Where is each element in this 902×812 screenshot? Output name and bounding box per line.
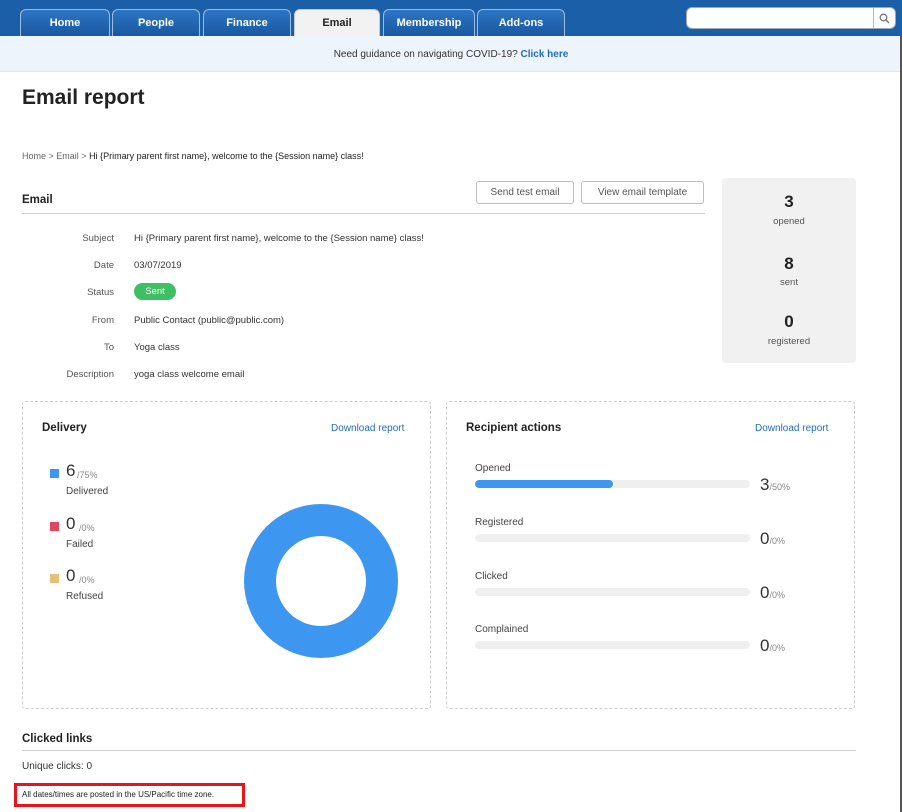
- clicked-action-pct: /0%: [769, 590, 785, 600]
- failed-label: Failed: [66, 539, 94, 550]
- registered-action-label: Registered: [475, 517, 524, 528]
- delivered-label: Delivered: [66, 486, 109, 497]
- clicked-action-label: Clicked: [475, 571, 508, 582]
- donut-delivered-segment: [244, 504, 398, 658]
- breadcrumb-current: Hi {Primary parent first name}, welcome …: [89, 151, 364, 161]
- complained-action-label: Complained: [475, 624, 529, 635]
- sent-label: sent: [780, 277, 798, 288]
- send-test-email-button[interactable]: Send test email: [476, 181, 574, 204]
- unique-clicks: Unique clicks: 0: [22, 761, 93, 772]
- failed-pct: /0%: [79, 523, 95, 533]
- opened-action-count: 3/50%: [760, 475, 790, 495]
- opened-action-label: Opened: [475, 463, 511, 474]
- refused-value: 0: [66, 566, 76, 585]
- search-input[interactable]: [686, 7, 896, 29]
- breadcrumb-home[interactable]: Home: [22, 151, 46, 161]
- subject-value: Hi {Primary parent first name}, welcome …: [134, 233, 424, 244]
- clicked-links-title: Clicked links: [22, 733, 93, 745]
- search-button[interactable]: [873, 8, 895, 28]
- registered-progress-bar: [475, 534, 750, 542]
- sent-count: 8: [784, 254, 794, 273]
- stats-box: 3 opened 8 sent 0 registered: [722, 178, 856, 363]
- recipient-actions-download-link[interactable]: Download report: [755, 423, 828, 434]
- tab-finance[interactable]: Finance: [203, 9, 291, 36]
- complained-action-pct: /0%: [769, 643, 785, 653]
- subject-label: Subject: [82, 233, 114, 244]
- covid-banner: Need guidance on navigating COVID-19? Cl…: [0, 36, 902, 72]
- description-value: yoga class welcome email: [134, 369, 245, 380]
- opened-label: opened: [773, 216, 805, 227]
- email-section-title: Email: [22, 194, 53, 206]
- description-label: Description: [66, 369, 114, 380]
- delivery-download-link[interactable]: Download report: [331, 423, 404, 434]
- page-title: Email report: [22, 86, 145, 109]
- failed-swatch: [50, 522, 59, 531]
- refused-swatch: [50, 574, 59, 583]
- banner-text: Need guidance on navigating COVID-19?: [333, 49, 518, 60]
- divider: [22, 750, 856, 751]
- timezone-note: All dates/times are posted in the US/Pac…: [14, 783, 245, 807]
- registered-action-pct: /0%: [769, 536, 785, 546]
- status-label: Status: [87, 287, 114, 298]
- divider: [22, 213, 705, 214]
- to-value: Yoga class: [134, 342, 180, 353]
- complained-action-count: 0/0%: [760, 636, 785, 656]
- opened-action-pct: /50%: [769, 482, 790, 492]
- delivery-title: Delivery: [42, 422, 87, 434]
- registered-action-count: 0/0%: [760, 529, 785, 549]
- opened-progress-fill: [475, 480, 613, 488]
- opened-progress-bar: [475, 480, 750, 488]
- registered-count: 0: [784, 312, 794, 331]
- from-value: Public Contact (public@public.com): [134, 315, 285, 326]
- delivered-pct: /75%: [77, 470, 98, 480]
- tab-addons[interactable]: Add-ons: [477, 9, 565, 36]
- delivered-value: 6: [66, 461, 76, 480]
- failed-value: 0: [66, 514, 76, 533]
- breadcrumb-separator: >: [78, 151, 90, 161]
- recipient-actions-title: Recipient actions: [466, 422, 562, 434]
- delivery-panel: Delivery Download report 6 /75% Delivere…: [22, 401, 431, 709]
- tab-home[interactable]: Home: [20, 9, 110, 36]
- delivery-donut-chart: [244, 504, 398, 658]
- top-nav: Home People Finance Email Membership Add…: [0, 0, 902, 36]
- opened-count: 3: [784, 192, 794, 211]
- delivered-swatch: [50, 469, 59, 478]
- to-label: To: [103, 342, 114, 353]
- clicked-action-count: 0/0%: [760, 583, 785, 603]
- complained-progress-bar: [475, 641, 750, 649]
- date-label: Date: [93, 260, 114, 271]
- registered-label: registered: [767, 336, 811, 347]
- tab-people[interactable]: People: [112, 9, 200, 36]
- tab-email[interactable]: Email: [294, 9, 380, 36]
- banner-link[interactable]: Click here: [520, 49, 568, 60]
- search-icon: [879, 13, 890, 23]
- breadcrumb-separator: >: [46, 151, 57, 161]
- breadcrumb-email[interactable]: Email: [56, 151, 79, 161]
- tab-membership[interactable]: Membership: [383, 9, 475, 36]
- from-label: From: [91, 315, 114, 326]
- refused-pct: /0%: [79, 575, 95, 585]
- clicked-progress-bar: [475, 588, 750, 596]
- recipient-actions-panel: Recipient actions Download report Opened…: [446, 401, 855, 709]
- breadcrumb: Home > Email > Hi {Primary parent first …: [22, 151, 364, 161]
- refused-label: Refused: [66, 591, 104, 602]
- status-badge: Sent: [134, 283, 176, 300]
- view-email-template-button[interactable]: View email template: [581, 181, 704, 204]
- date-value: 03/07/2019: [134, 260, 182, 271]
